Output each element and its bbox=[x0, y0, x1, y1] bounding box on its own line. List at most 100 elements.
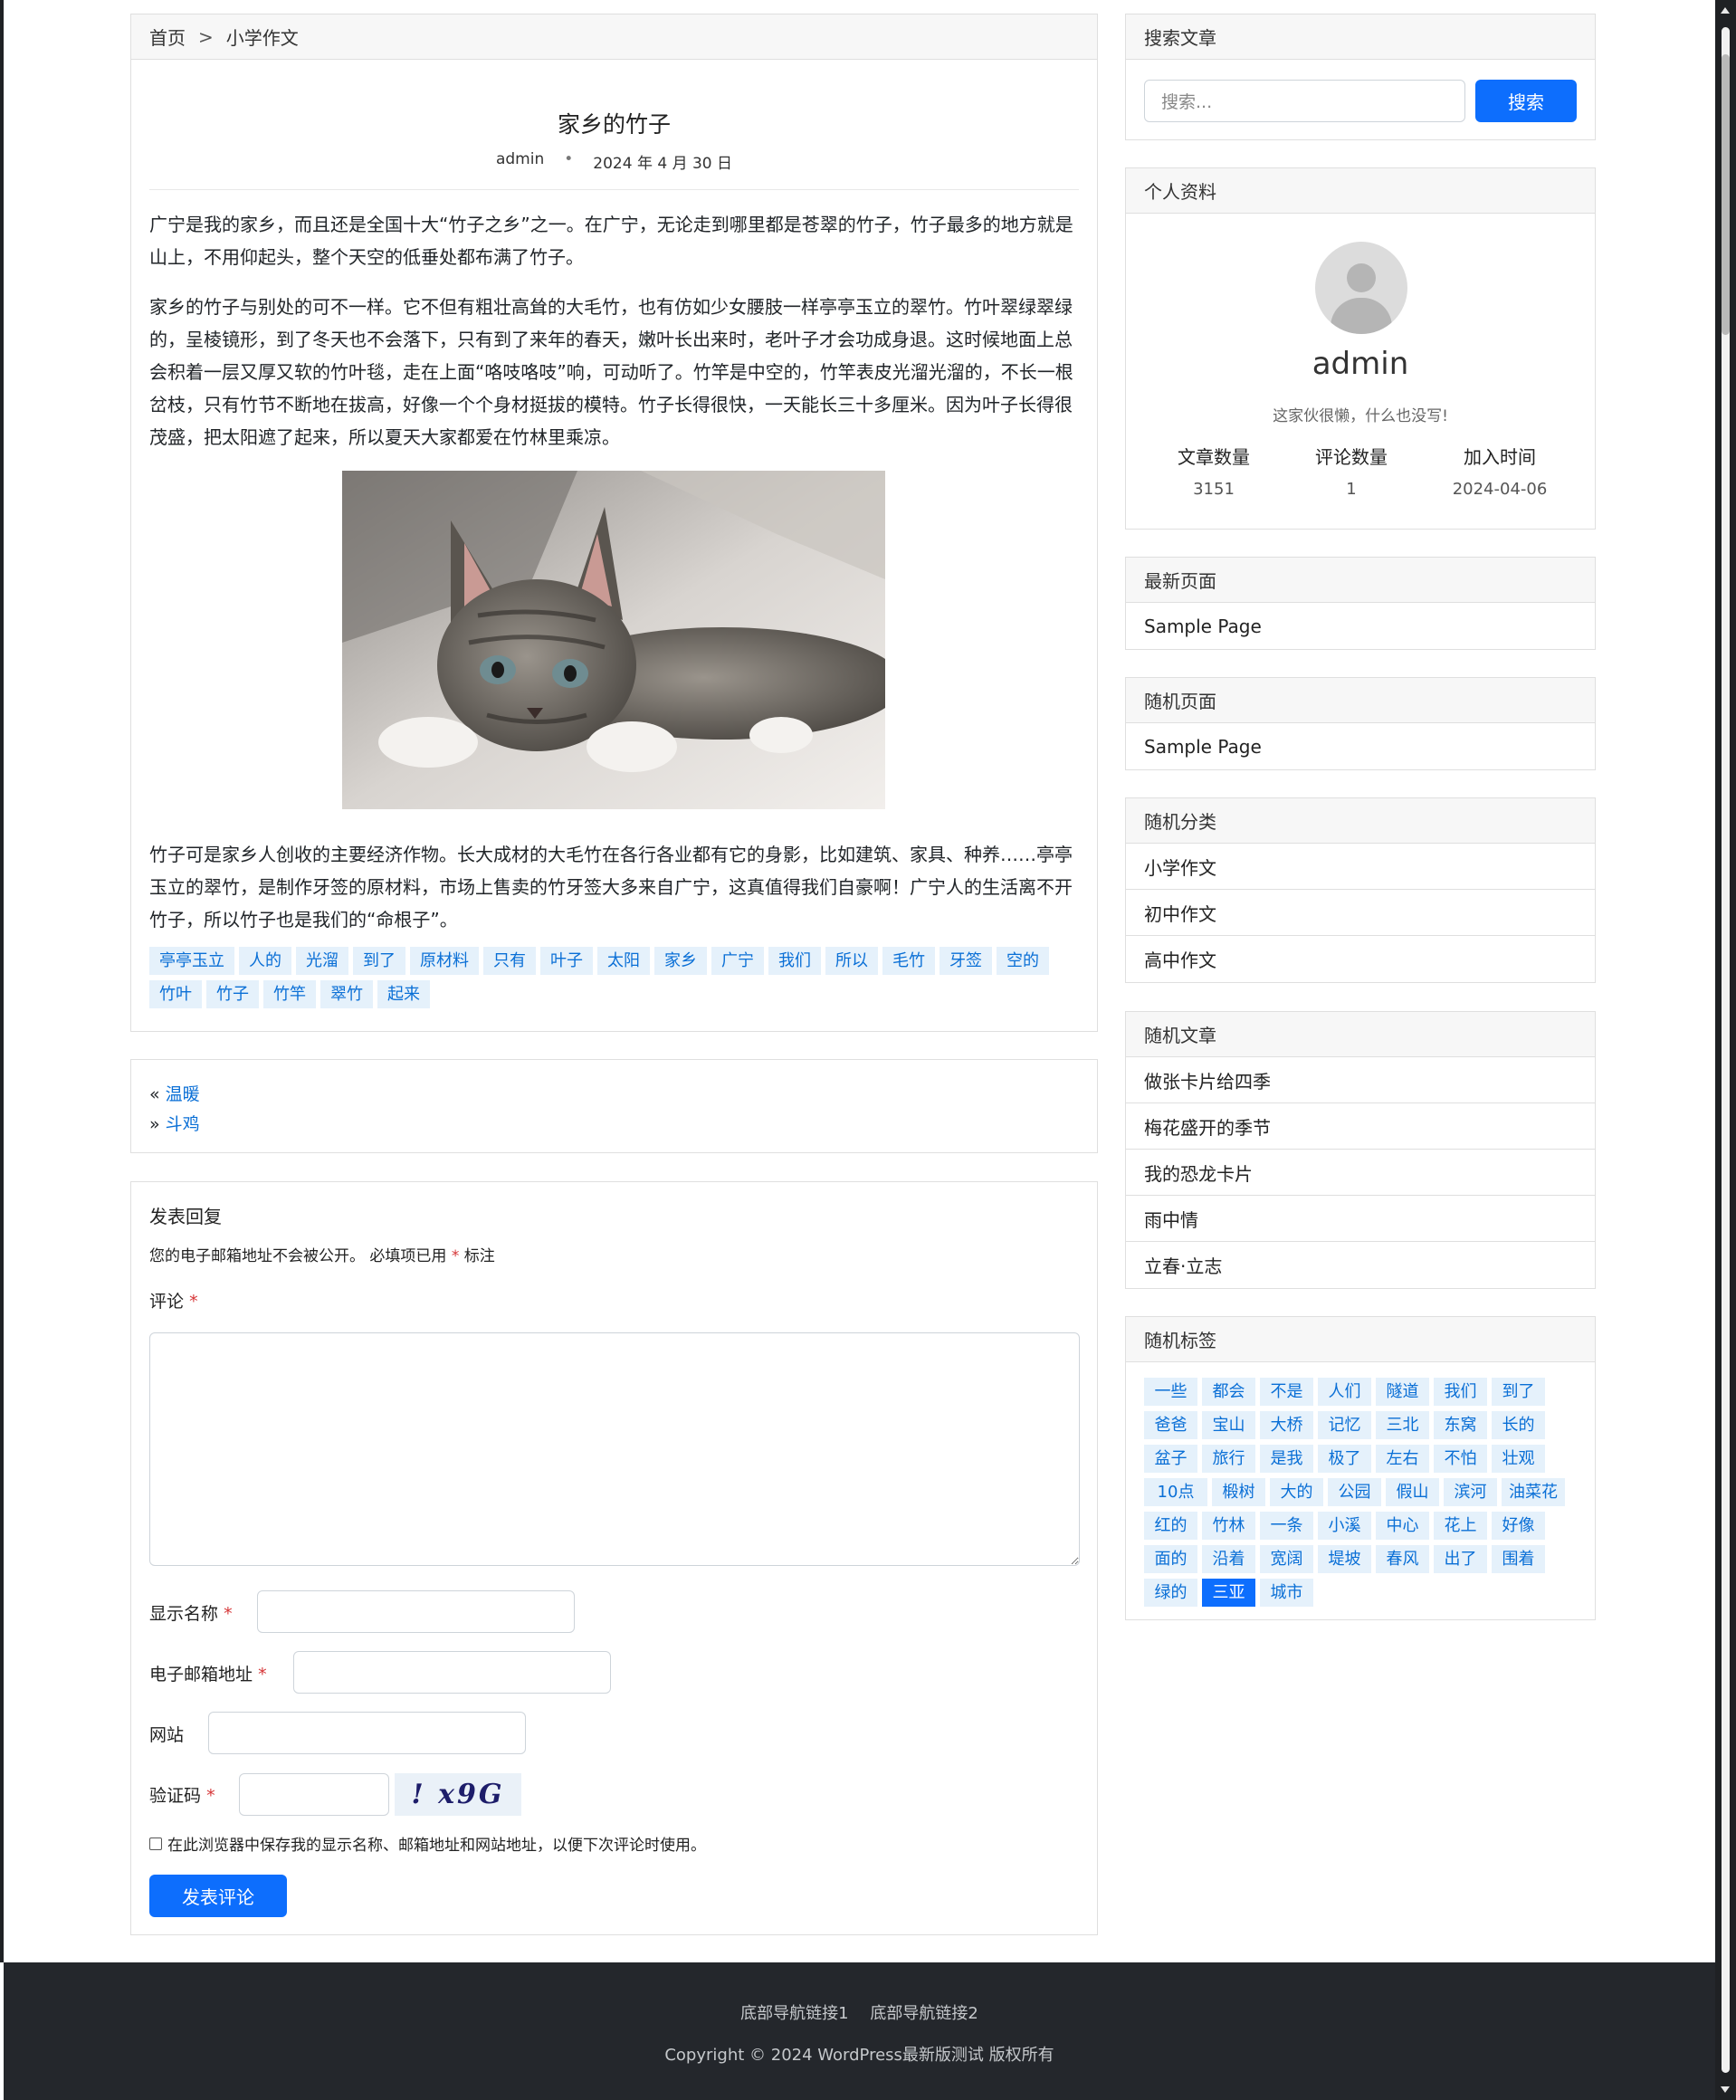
breadcrumb-home-link[interactable]: 首页 bbox=[149, 24, 186, 50]
random-tag[interactable]: 左右 bbox=[1376, 1445, 1429, 1473]
page-scrollbar[interactable] bbox=[1715, 0, 1736, 2100]
post-tag[interactable]: 叶子 bbox=[540, 947, 593, 975]
random-tag[interactable]: 假山 bbox=[1386, 1478, 1439, 1506]
random-tag[interactable]: 一条 bbox=[1260, 1512, 1313, 1540]
random-tag[interactable]: 沿着 bbox=[1202, 1545, 1255, 1573]
random-tag[interactable]: 中心 bbox=[1376, 1512, 1429, 1540]
random-tag[interactable]: 旅行 bbox=[1202, 1445, 1255, 1473]
post-tag[interactable]: 原材料 bbox=[410, 947, 479, 975]
scroll-up-icon[interactable] bbox=[1721, 7, 1730, 14]
post-tag[interactable]: 空的 bbox=[997, 947, 1049, 975]
random-tag[interactable]: 城市 bbox=[1260, 1579, 1313, 1607]
post-tag[interactable]: 牙签 bbox=[940, 947, 992, 975]
submit-comment-button[interactable]: 发表评论 bbox=[149, 1875, 287, 1917]
random-tag[interactable]: 宝山 bbox=[1202, 1411, 1255, 1439]
random-tag[interactable]: 春风 bbox=[1376, 1545, 1429, 1573]
random-tag[interactable]: 出了 bbox=[1434, 1545, 1487, 1573]
post-tag[interactable]: 太阳 bbox=[597, 947, 650, 975]
random-tag[interactable]: 绿的 bbox=[1144, 1579, 1197, 1607]
random-tag[interactable]: 壮观 bbox=[1492, 1445, 1545, 1473]
post-author[interactable]: admin bbox=[496, 150, 544, 173]
latest-page-link[interactable]: Sample Page bbox=[1126, 603, 1595, 649]
random-tag[interactable]: 10点 bbox=[1144, 1478, 1207, 1506]
random-tag[interactable]: 记忆 bbox=[1318, 1411, 1371, 1439]
footer-link[interactable]: 底部导航链接2 bbox=[870, 2004, 978, 2023]
random-tag[interactable]: 花上 bbox=[1434, 1512, 1487, 1540]
random-tag[interactable]: 好像 bbox=[1492, 1512, 1545, 1540]
random-tag[interactable]: 竹林 bbox=[1202, 1512, 1255, 1540]
search-button[interactable]: 搜索 bbox=[1475, 80, 1577, 122]
category-link[interactable]: 初中作文 bbox=[1126, 890, 1595, 936]
random-tag[interactable]: 东窝 bbox=[1434, 1411, 1487, 1439]
post-tag[interactable]: 人的 bbox=[239, 947, 291, 975]
random-tag[interactable]: 爸爸 bbox=[1144, 1411, 1197, 1439]
random-post-link[interactable]: 我的恐龙卡片 bbox=[1126, 1150, 1595, 1196]
random-tag[interactable]: 都会 bbox=[1202, 1378, 1255, 1406]
random-tag[interactable]: 隧道 bbox=[1376, 1378, 1429, 1406]
random-tag[interactable]: 我们 bbox=[1434, 1378, 1487, 1406]
post-tag[interactable]: 毛竹 bbox=[882, 947, 935, 975]
post-tag[interactable]: 所以 bbox=[825, 947, 878, 975]
random-tag[interactable]: 不怕 bbox=[1434, 1445, 1487, 1473]
random-post-link[interactable]: 梅花盛开的季节 bbox=[1126, 1103, 1595, 1150]
widget-title: 随机分类 bbox=[1126, 798, 1595, 844]
random-tag[interactable]: 椴树 bbox=[1212, 1478, 1265, 1506]
random-tag[interactable]: 大的 bbox=[1270, 1478, 1323, 1506]
random-post-link[interactable]: 立春·立志 bbox=[1126, 1242, 1595, 1288]
post-tag[interactable]: 竹叶 bbox=[149, 980, 202, 1008]
random-tag[interactable]: 红的 bbox=[1144, 1512, 1197, 1540]
post-tag[interactable]: 广宁 bbox=[711, 947, 764, 975]
random-tag[interactable]: 公园 bbox=[1328, 1478, 1381, 1506]
random-post-link[interactable]: 雨中情 bbox=[1126, 1196, 1595, 1242]
post-paragraph: 竹子可是家乡人创收的主要经济作物。长大成材的大毛竹在各行各业都有它的身影，比如建… bbox=[149, 844, 1073, 931]
random-tag[interactable]: 大桥 bbox=[1260, 1411, 1313, 1439]
random-tag[interactable]: 小溪 bbox=[1318, 1512, 1371, 1540]
search-input[interactable]: 搜索... bbox=[1144, 80, 1465, 122]
random-tag[interactable]: 到了 bbox=[1492, 1378, 1545, 1406]
random-tag[interactable]: 人们 bbox=[1318, 1378, 1371, 1406]
stat-label: 评论数量 bbox=[1315, 446, 1388, 468]
post-tag[interactable]: 我们 bbox=[768, 947, 821, 975]
scrollbar-thumb[interactable] bbox=[1722, 54, 1730, 335]
random-tag[interactable]: 不是 bbox=[1260, 1378, 1313, 1406]
remember-checkbox[interactable] bbox=[149, 1837, 162, 1850]
random-tag[interactable]: 滨河 bbox=[1444, 1478, 1497, 1506]
random-post-link[interactable]: 做张卡片给四季 bbox=[1126, 1057, 1595, 1103]
post-tag[interactable]: 翠竹 bbox=[320, 980, 373, 1008]
post-tag[interactable]: 到了 bbox=[353, 947, 405, 975]
prev-post-link[interactable]: 温暖 bbox=[166, 1084, 200, 1104]
random-tag[interactable]: 极了 bbox=[1318, 1445, 1371, 1473]
website-input[interactable] bbox=[208, 1712, 526, 1754]
post-tag[interactable]: 光溜 bbox=[296, 947, 348, 975]
comment-textarea[interactable] bbox=[149, 1332, 1080, 1566]
category-link[interactable]: 高中作文 bbox=[1126, 936, 1595, 982]
post-tag[interactable]: 竹子 bbox=[206, 980, 259, 1008]
post-tag[interactable]: 家乡 bbox=[654, 947, 707, 975]
name-input[interactable] bbox=[257, 1590, 575, 1633]
captcha-input[interactable] bbox=[239, 1773, 389, 1816]
random-tag[interactable]: 围着 bbox=[1492, 1545, 1545, 1573]
post-tag[interactable]: 竹竿 bbox=[263, 980, 316, 1008]
email-input[interactable] bbox=[293, 1651, 611, 1694]
widget-title: 最新页面 bbox=[1126, 558, 1595, 603]
post-tag[interactable]: 只有 bbox=[483, 947, 536, 975]
random-tag[interactable]: 长的 bbox=[1492, 1411, 1545, 1439]
random-tag[interactable]: 油菜花 bbox=[1502, 1478, 1565, 1506]
breadcrumb-category-link[interactable]: 小学作文 bbox=[226, 24, 299, 50]
random-tag[interactable]: 堤坡 bbox=[1318, 1545, 1371, 1573]
captcha-image[interactable]: ! x9G bbox=[395, 1773, 521, 1816]
random-page-link[interactable]: Sample Page bbox=[1126, 723, 1595, 769]
random-tag[interactable]: 一些 bbox=[1144, 1378, 1197, 1406]
random-tag[interactable]: 面的 bbox=[1144, 1545, 1197, 1573]
random-tag[interactable]: 宽阔 bbox=[1260, 1545, 1313, 1573]
random-tag[interactable]: 三亚 bbox=[1202, 1579, 1255, 1607]
category-link[interactable]: 小学作文 bbox=[1126, 844, 1595, 890]
post-tag[interactable]: 亭亭玉立 bbox=[149, 947, 234, 975]
random-tag[interactable]: 是我 bbox=[1260, 1445, 1313, 1473]
random-tag[interactable]: 三北 bbox=[1376, 1411, 1429, 1439]
scroll-down-icon[interactable] bbox=[1721, 2086, 1730, 2093]
footer-link[interactable]: 底部导航链接1 bbox=[740, 2004, 848, 2023]
next-post-link[interactable]: 斗鸡 bbox=[166, 1114, 200, 1134]
post-tag[interactable]: 起来 bbox=[377, 980, 430, 1008]
random-tag[interactable]: 盆子 bbox=[1144, 1445, 1197, 1473]
